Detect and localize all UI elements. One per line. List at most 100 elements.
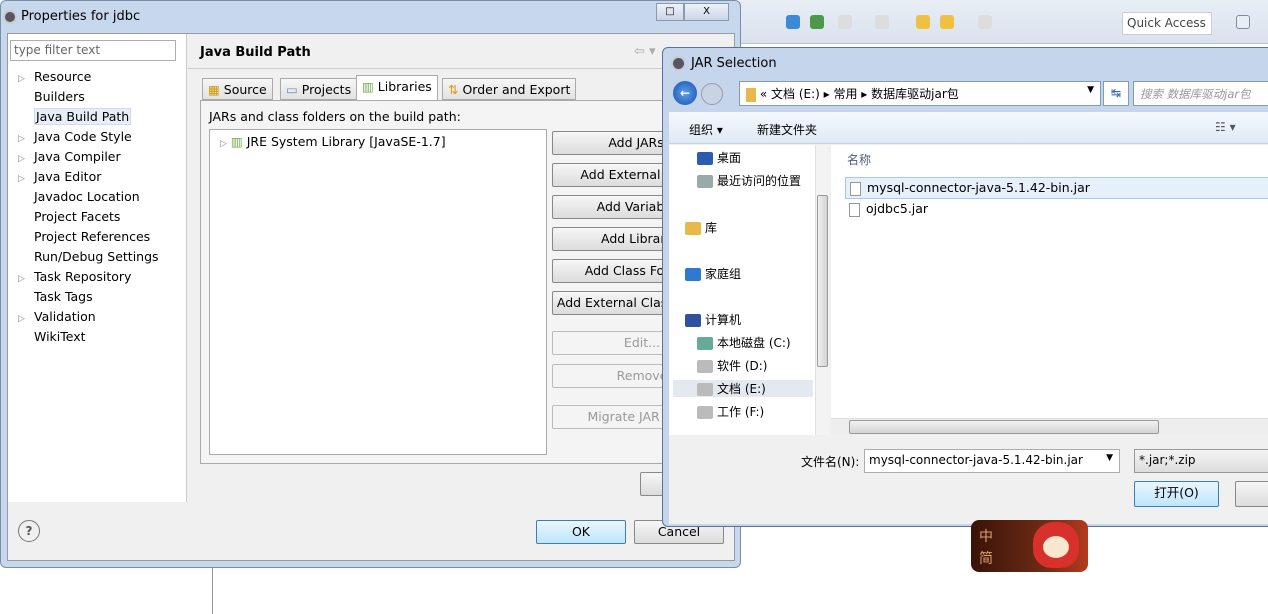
back-arrow-icon[interactable]: ⇦ ▾	[634, 44, 656, 59]
refresh-icon[interactable]: ↹	[1103, 81, 1129, 106]
tree-item[interactable]: ▷ Java Compiler	[18, 149, 121, 164]
divider	[212, 567, 213, 614]
breadcrumb-item[interactable]: 文档 (E:)	[771, 87, 820, 101]
back-icon[interactable]	[940, 15, 954, 29]
nav-item[interactable]: 最近访问的位置	[697, 172, 801, 189]
list-item[interactable]: ▷ ▥ JRE System Library [JavaSE-1.7]	[220, 134, 446, 149]
gear-icon	[671, 56, 686, 71]
nav-item[interactable]: 库	[685, 219, 717, 236]
fox-mascot-icon	[1033, 522, 1079, 568]
expand-icon[interactable]: ▷	[18, 174, 34, 184]
filter-input[interactable]: type filter text	[10, 40, 176, 61]
nav-item-label: 文档 (E:)	[717, 382, 766, 396]
tab-libraries[interactable]: ▥ Libraries	[356, 75, 438, 101]
tab-label: Projects	[301, 82, 352, 97]
nav-item[interactable]: 软件 (D:)	[697, 357, 767, 374]
tree-item[interactable]: ▷ Task Repository	[18, 269, 131, 284]
back-button[interactable]: ←	[673, 81, 697, 105]
search-input[interactable]: 搜索 数据库驱动jar包	[1133, 81, 1268, 106]
expand-icon[interactable]: ▷	[18, 274, 34, 284]
tree-item[interactable]: Run/Debug Settings	[18, 249, 159, 264]
expand-icon[interactable]: ▷	[18, 314, 34, 324]
dialog-body: type filter text ▷ Resource Builders Java B…	[7, 33, 738, 561]
category-tree: type filter text ▷ Resource Builders Java B…	[8, 34, 187, 502]
library-list[interactable]: ▷ ▥ JRE System Library [JavaSE-1.7]	[209, 129, 547, 455]
tree-item[interactable]: WikiText	[18, 329, 86, 344]
annotation-next-icon[interactable]	[875, 15, 889, 29]
ime-char[interactable]: 简	[979, 548, 993, 568]
chevron-down-icon[interactable]: ▼	[1106, 453, 1113, 463]
location-icon	[697, 383, 713, 396]
expand-icon[interactable]: ▷	[18, 74, 34, 84]
quick-access-input[interactable]: Quick Access	[1122, 12, 1212, 35]
tree-item[interactable]: Task Tags	[18, 289, 93, 304]
nav-item[interactable]: 工作 (F:)	[697, 403, 764, 420]
ok-button[interactable]: OK	[536, 520, 626, 544]
tree-item-label: Project Facets	[34, 209, 121, 224]
organize-menu[interactable]: 组织 ▾	[689, 121, 723, 138]
chevron-down-icon[interactable]: ▼	[1087, 85, 1094, 95]
tree-item[interactable]: Project Facets	[18, 209, 120, 224]
last-edit-icon[interactable]	[916, 15, 930, 29]
nav-scrollbar[interactable]	[815, 145, 829, 435]
libraries-panel: JARs and class folders on the build path…	[200, 100, 738, 464]
column-header-name[interactable]: 名称	[847, 151, 871, 168]
tree-item[interactable]: Project References	[18, 229, 150, 244]
maximize-button[interactable]: □	[656, 3, 684, 21]
eclipse-toolbar: Quick Access	[740, 0, 1268, 44]
nav-item[interactable]: 家庭组	[685, 265, 741, 282]
tab-projects[interactable]: ▭ Projects	[280, 78, 358, 100]
view-options-icon[interactable]: ☷ ▾	[1215, 120, 1236, 134]
scroll-thumb[interactable]	[817, 195, 828, 367]
library-label: JRE System Library [JavaSE-1.7]	[246, 134, 446, 149]
new-folder-button[interactable]: 新建文件夹	[757, 121, 817, 138]
expand-icon[interactable]: ▷	[18, 134, 34, 144]
open-button[interactable]: 打开(O)	[1134, 481, 1219, 507]
horizontal-scrollbar[interactable]	[831, 418, 1268, 435]
breadcrumb-item[interactable]: 常用	[833, 87, 857, 101]
forward-button[interactable]	[701, 83, 723, 105]
file-item[interactable]: mysql-connector-java-5.1.42-bin.jar	[845, 177, 1268, 199]
nav-item[interactable]: 本地磁盘 (C:)	[697, 334, 791, 351]
annotation-icon[interactable]	[838, 15, 852, 29]
tree-item[interactable]: Javadoc Location	[18, 189, 140, 204]
ime-mascot-widget[interactable]: 中 简	[971, 520, 1088, 572]
address-bar[interactable]: « 文档 (E:) ▸ 常用 ▸ 数据库驱动jar包 ▼	[739, 81, 1101, 106]
globe-icon[interactable]	[786, 15, 800, 29]
nav-item-label: 本地磁盘 (C:)	[717, 336, 791, 350]
tree-item-label: WikiText	[34, 329, 86, 344]
nav-item[interactable]: 文档 (E:)	[673, 380, 813, 397]
nav-item[interactable]: 计算机	[685, 311, 741, 328]
nav-item[interactable]: 桌面	[697, 149, 741, 166]
tab-order-and-export[interactable]: ⇅ Order and Export	[442, 78, 577, 100]
tree-item[interactable]: ▷ Validation	[18, 309, 96, 324]
help-icon[interactable]: ?	[18, 520, 40, 542]
gear-icon	[3, 10, 17, 24]
file-item[interactable]: ojdbc5.jar	[845, 199, 1268, 219]
tree-item[interactable]: Builders	[18, 89, 85, 104]
forward-icon[interactable]	[978, 15, 992, 29]
breadcrumb-item[interactable]: 数据库驱动jar包	[871, 87, 959, 101]
close-button[interactable]: X	[684, 3, 729, 21]
tab-source[interactable]: ▦ Source	[202, 78, 273, 100]
filename-label: 文件名(N):	[801, 455, 860, 469]
filetype-select[interactable]: *.jar;*.zip	[1134, 449, 1268, 473]
scroll-thumb[interactable]	[849, 420, 1159, 434]
location-icon	[697, 337, 713, 350]
tree-item[interactable]: ▷ Java Editor	[18, 169, 101, 184]
tree-item[interactable]: ▷ Resource	[18, 69, 91, 84]
filename-input[interactable]: mysql-connector-java-5.1.42-bin.jar ▼	[864, 449, 1120, 473]
ime-char[interactable]: 中	[979, 526, 993, 546]
nav-item-label: 最近访问的位置	[717, 174, 802, 188]
expand-icon[interactable]: ▷	[220, 139, 227, 149]
expand-icon[interactable]: ▷	[18, 154, 34, 164]
tree-item-label: Task Tags	[34, 289, 93, 304]
tree-item[interactable]: Java Build Path	[18, 108, 132, 125]
cancel-button[interactable]	[1235, 481, 1268, 507]
tab-label: Libraries	[377, 79, 432, 94]
tree-item-label: Task Repository	[34, 269, 132, 284]
tree-item[interactable]: ▷ Java Code Style	[18, 129, 132, 144]
breadcrumb-overflow[interactable]: «	[760, 87, 767, 101]
run-icon[interactable]	[810, 15, 824, 29]
open-perspective-icon[interactable]	[1236, 15, 1250, 29]
